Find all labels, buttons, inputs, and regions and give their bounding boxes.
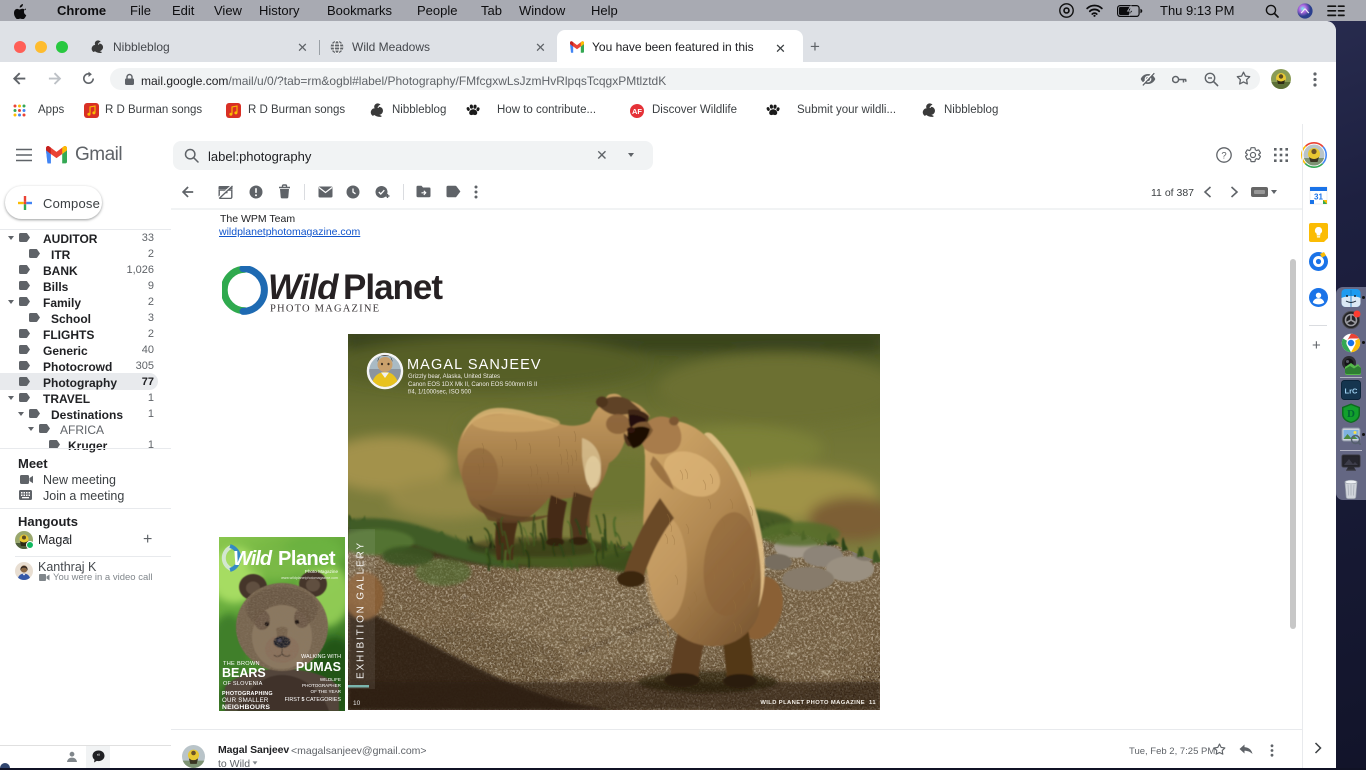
svg-text:PHOTOGRAPHER: PHOTOGRAPHER <box>302 683 342 688</box>
svg-text:WILDLIFE: WILDLIFE <box>320 677 341 682</box>
svg-text:LrC: LrC <box>1345 387 1359 396</box>
svg-text:PHOTO MAGAZINE: PHOTO MAGAZINE <box>270 304 380 315</box>
svg-text:FIRST 5 CATEGORIES: FIRST 5 CATEGORIES <box>285 697 342 703</box>
svg-text:D: D <box>1347 408 1355 420</box>
svg-text:PUMAS: PUMAS <box>296 660 341 674</box>
svg-text:BEARS: BEARS <box>222 666 266 680</box>
svg-text:MAGAL SANJEEV: MAGAL SANJEEV <box>407 357 542 373</box>
svg-text:“: “ <box>97 754 100 760</box>
svg-text:Canon EOS 1DX Mk II, Canon EOS: Canon EOS 1DX Mk II, Canon EOS 500mm IS … <box>408 382 538 388</box>
svg-text:OF SLOVENIA: OF SLOVENIA <box>223 681 263 687</box>
svg-text:www.wildplanetphotomagazine.co: www.wildplanetphotomagazine.com <box>281 576 338 580</box>
svg-text:Planet: Planet <box>343 268 443 307</box>
svg-text:EXHIBITION GALLERY: EXHIBITION GALLERY <box>356 541 367 679</box>
svg-text:Photo Magazine: Photo Magazine <box>305 569 339 574</box>
svg-text:AF: AF <box>632 107 642 116</box>
svg-text:10: 10 <box>353 700 361 707</box>
svg-text:31: 31 <box>1314 193 1323 202</box>
svg-text:f/4, 1/1000sec, ISO 500: f/4, 1/1000sec, ISO 500 <box>408 390 472 396</box>
svg-text:OF THE YEAR: OF THE YEAR <box>311 689 342 694</box>
svg-text:Wild: Wild <box>268 268 339 307</box>
svg-text:OUR SMALLER: OUR SMALLER <box>222 697 269 704</box>
svg-text:Wild: Wild <box>233 548 273 570</box>
svg-text:NEIGHBOURS: NEIGHBOURS <box>222 704 270 711</box>
svg-text:Grizzly bear, Alaska, United S: Grizzly bear, Alaska, United States <box>408 374 500 380</box>
svg-text:?: ? <box>1221 151 1226 162</box>
svg-text:Planet: Planet <box>278 548 336 570</box>
svg-text:WILD PLANET PHOTO MAGAZINE 11: WILD PLANET PHOTO MAGAZINE 11 <box>760 700 876 706</box>
